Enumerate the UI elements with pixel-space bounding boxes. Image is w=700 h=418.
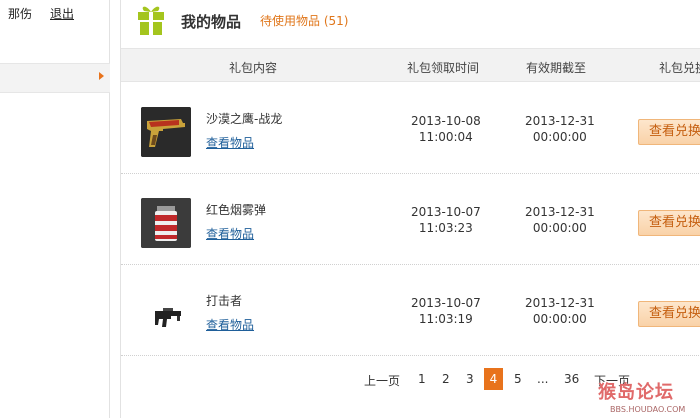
- received-date: 2013-10-07: [411, 296, 481, 310]
- table-row: 红色烟雾弹 查看物品 2013-10-07 11:03:23 2013-12-3…: [121, 174, 700, 265]
- expiry-date: 2013-12-31: [525, 205, 595, 219]
- column-header-expiry: 有效期截至: [526, 61, 587, 75]
- gift-icon: [138, 6, 164, 35]
- panel-header: 我的物品 待使用物品 (51): [121, 0, 700, 48]
- view-item-link[interactable]: 查看物品: [206, 225, 254, 242]
- user-bar: 那伤 退出: [0, 0, 110, 60]
- page-link-last[interactable]: 36: [564, 372, 579, 386]
- left-sidebar: 那伤 退出: [0, 0, 110, 418]
- watermark-url: BBS.HOUDAO.COM: [610, 405, 686, 414]
- view-item-link[interactable]: 查看物品: [206, 134, 254, 151]
- table-row: 打击者 查看物品 2013-10-07 11:03:19 2013-12-31 …: [121, 265, 700, 356]
- column-header-redeem: 礼包兑换: [659, 61, 700, 75]
- received-clock: 11:03:23: [418, 221, 473, 235]
- item-name: 打击者: [206, 294, 243, 308]
- pending-items-link[interactable]: 待使用物品 (51): [260, 12, 348, 29]
- received-time: 2013-10-08 11:00:04: [411, 113, 481, 145]
- prev-page-link[interactable]: 上一页: [364, 372, 400, 389]
- page-title: 我的物品: [181, 13, 242, 31]
- column-header-content: 礼包内容: [229, 61, 278, 75]
- page-ellipsis: ...: [537, 372, 549, 386]
- received-date: 2013-10-08: [411, 114, 481, 128]
- table-row: 沙漠之鹰-战龙 查看物品 2013-10-08 11:00:04 2013-12…: [121, 83, 700, 174]
- main-panel: 我的物品 待使用物品 (51) 礼包内容 礼包领取时间 有效期截至 礼包兑换 沙…: [120, 0, 700, 418]
- page-link-current[interactable]: 4: [484, 368, 503, 390]
- striker-gun-icon: [141, 289, 191, 339]
- page-link-2[interactable]: 2: [442, 372, 450, 386]
- view-item-link[interactable]: 查看物品: [206, 316, 254, 333]
- page-link-5[interactable]: 5: [514, 372, 522, 386]
- view-redeem-button[interactable]: 查看兑换: [638, 210, 700, 236]
- received-time: 2013-10-07 11:03:23: [411, 204, 481, 236]
- forum-watermark: 猴岛论坛 BBS.HOUDAO.COM: [598, 378, 698, 418]
- view-redeem-button[interactable]: 查看兑换: [638, 301, 700, 327]
- logout-link[interactable]: 退出: [50, 5, 74, 22]
- expiry-time: 2013-12-31 00:00:00: [525, 295, 595, 327]
- item-name: 红色烟雾弹: [206, 203, 267, 217]
- expiry-date: 2013-12-31: [525, 114, 595, 128]
- sidebar-menu-item[interactable]: [0, 63, 110, 93]
- expiry-clock: 00:00:00: [532, 312, 587, 326]
- red-smoke-grenade-icon: [141, 198, 191, 248]
- table-header: 礼包内容 礼包领取时间 有效期截至 礼包兑换: [121, 48, 700, 82]
- received-date: 2013-10-07: [411, 205, 481, 219]
- caret-right-icon: [99, 72, 104, 80]
- page-link-1[interactable]: 1: [418, 372, 426, 386]
- received-clock: 11:00:04: [418, 130, 473, 144]
- received-time: 2013-10-07 11:03:19: [411, 295, 481, 327]
- expiry-date: 2013-12-31: [525, 296, 595, 310]
- page-link-3[interactable]: 3: [466, 372, 474, 386]
- received-clock: 11:03:19: [418, 312, 473, 326]
- watermark-title: 猴岛论坛: [598, 382, 674, 403]
- desert-eagle-pistol-icon: [141, 107, 191, 157]
- expiry-clock: 00:00:00: [532, 221, 587, 235]
- username: 那伤: [8, 7, 33, 21]
- view-redeem-button[interactable]: 查看兑换: [638, 119, 700, 145]
- expiry-time: 2013-12-31 00:00:00: [525, 204, 595, 236]
- item-name: 沙漠之鹰-战龙: [206, 112, 283, 126]
- expiry-time: 2013-12-31 00:00:00: [525, 113, 595, 145]
- column-header-received-time: 礼包领取时间: [407, 61, 480, 75]
- expiry-clock: 00:00:00: [532, 130, 587, 144]
